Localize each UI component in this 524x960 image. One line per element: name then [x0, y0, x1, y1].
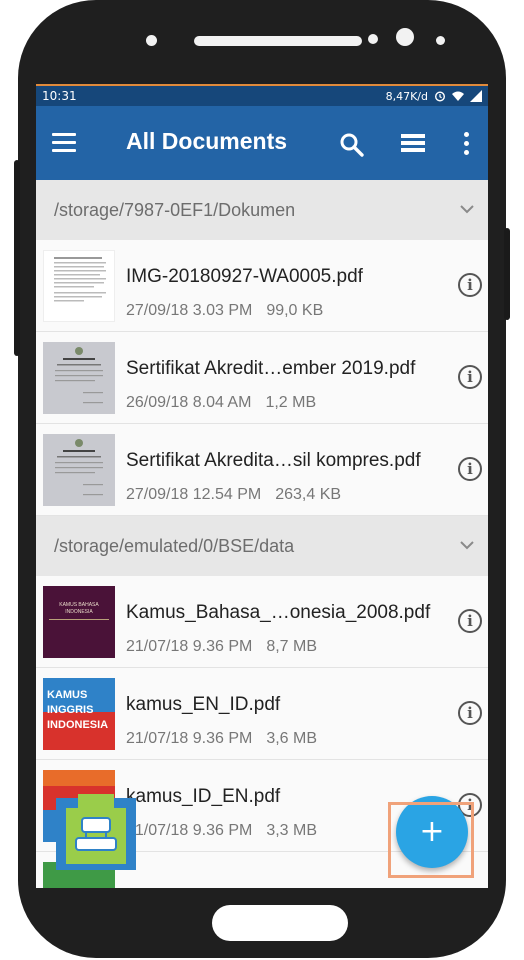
- file-name: Sertifikat Akredita…sil kompres.pdf: [126, 450, 421, 471]
- power-button[interactable]: [504, 228, 510, 320]
- file-row[interactable]: Sertifikat Akredit…ember 2019.pdf 26/09/…: [36, 332, 488, 424]
- menu-icon[interactable]: [52, 133, 76, 153]
- cover-line: INDONESIA: [47, 719, 109, 731]
- app-bar: All Documents: [36, 106, 488, 180]
- info-icon[interactable]: i: [458, 457, 482, 481]
- certificate-thumbnail: [43, 434, 115, 506]
- file-name: kamus_EN_ID.pdf: [126, 694, 281, 715]
- folder-header[interactable]: /storage/7987-0EF1/Dokumen: [36, 180, 488, 240]
- file-meta: 27/09/18 12.54 PM 263,4 KB: [126, 486, 341, 504]
- cover-title: KAMUS BAHASA INDONESIA: [59, 602, 99, 615]
- document-thumbnail: [43, 250, 115, 322]
- folder-path: /storage/7987-0EF1/Dokumen: [54, 199, 296, 220]
- proximity-sensor: [368, 34, 378, 44]
- file-meta: 27/09/18 3.03 PM 99,0 KB: [126, 302, 323, 320]
- file-date: 27/09/18 12.54 PM: [126, 486, 262, 503]
- file-meta: 26/09/18 8.04 AM 1,2 MB: [126, 394, 316, 412]
- cover-line: INGGRIS: [47, 704, 94, 716]
- cover-line: KAMUS: [47, 689, 88, 701]
- file-size: 263,4 KB: [275, 486, 342, 503]
- front-sensor: [146, 35, 157, 46]
- file-name: Kamus_Bahasa_…onesia_2008.pdf: [126, 602, 431, 623]
- info-icon[interactable]: i: [458, 609, 482, 633]
- file-date: 21/07/18 9.36 PM: [126, 822, 253, 839]
- file-size: 3,3 MB: [266, 822, 317, 839]
- screen: 10:31 8,47K/d All Documents /storage/798…: [36, 84, 488, 888]
- fab-highlight-frame: [388, 802, 474, 878]
- search-icon[interactable]: [339, 132, 365, 158]
- certificate-thumbnail: [43, 342, 115, 414]
- file-meta: 21/07/18 9.36 PM 3,6 MB: [126, 730, 317, 748]
- front-camera: [396, 28, 414, 46]
- info-icon[interactable]: i: [458, 365, 482, 389]
- app-logo: [56, 794, 136, 870]
- file-row[interactable]: Sertifikat Akredita…sil kompres.pdf 27/0…: [36, 424, 488, 516]
- file-row[interactable]: IMG-20180927-WA0005.pdf 27/09/18 3.03 PM…: [36, 240, 488, 332]
- earpiece-speaker: [194, 36, 362, 46]
- file-date: 27/09/18 3.03 PM: [126, 302, 253, 319]
- info-icon[interactable]: i: [458, 701, 482, 725]
- book-cover-thumbnail: KAMUS BAHASA INDONESIA: [43, 586, 115, 658]
- file-size: 3,6 MB: [266, 730, 317, 747]
- folder-header[interactable]: /storage/emulated/0/BSE/data: [36, 516, 488, 576]
- home-button[interactable]: [212, 905, 348, 941]
- list-view-icon[interactable]: [401, 134, 425, 154]
- page-title: All Documents: [126, 128, 288, 154]
- folder-path: /storage/emulated/0/BSE/data: [54, 535, 295, 556]
- file-meta: 21/07/18 9.36 PM 3,3 MB: [126, 822, 317, 840]
- file-row[interactable]: KAMUS BAHASA INDONESIA Kamus_Bahasa_…one…: [36, 576, 488, 668]
- more-icon[interactable]: [462, 132, 470, 156]
- file-name: kamus_ID_EN.pdf: [126, 786, 281, 807]
- info-icon[interactable]: i: [458, 273, 482, 297]
- status-time: 10:31: [42, 89, 77, 103]
- chevron-down-icon[interactable]: [460, 538, 474, 552]
- file-size: 99,0 KB: [266, 302, 324, 319]
- volume-button[interactable]: [14, 160, 20, 356]
- wifi-icon: [452, 91, 464, 101]
- file-name: Sertifikat Akredit…ember 2019.pdf: [126, 358, 416, 379]
- file-date: 21/07/18 9.36 PM: [126, 730, 253, 747]
- network-speed: 8,47K/d: [385, 89, 428, 103]
- alarm-icon: [434, 91, 446, 102]
- light-sensor: [436, 36, 445, 45]
- status-bar: 10:31 8,47K/d: [36, 84, 488, 106]
- file-date: 21/07/18 9.36 PM: [126, 638, 253, 655]
- file-row[interactable]: KAMUS INGGRIS INDONESIA kamus_EN_ID.pdf …: [36, 668, 488, 760]
- file-name: IMG-20180927-WA0005.pdf: [126, 266, 363, 287]
- file-date: 26/09/18 8.04 AM: [126, 394, 252, 411]
- book-cover-thumbnail: KAMUS INGGRIS INDONESIA: [43, 678, 115, 750]
- signal-icon: [470, 90, 482, 102]
- file-size: 8,7 MB: [266, 638, 317, 655]
- file-size: 1,2 MB: [265, 394, 317, 411]
- chevron-down-icon[interactable]: [460, 202, 474, 216]
- file-meta: 21/07/18 9.36 PM 8,7 MB: [126, 638, 317, 656]
